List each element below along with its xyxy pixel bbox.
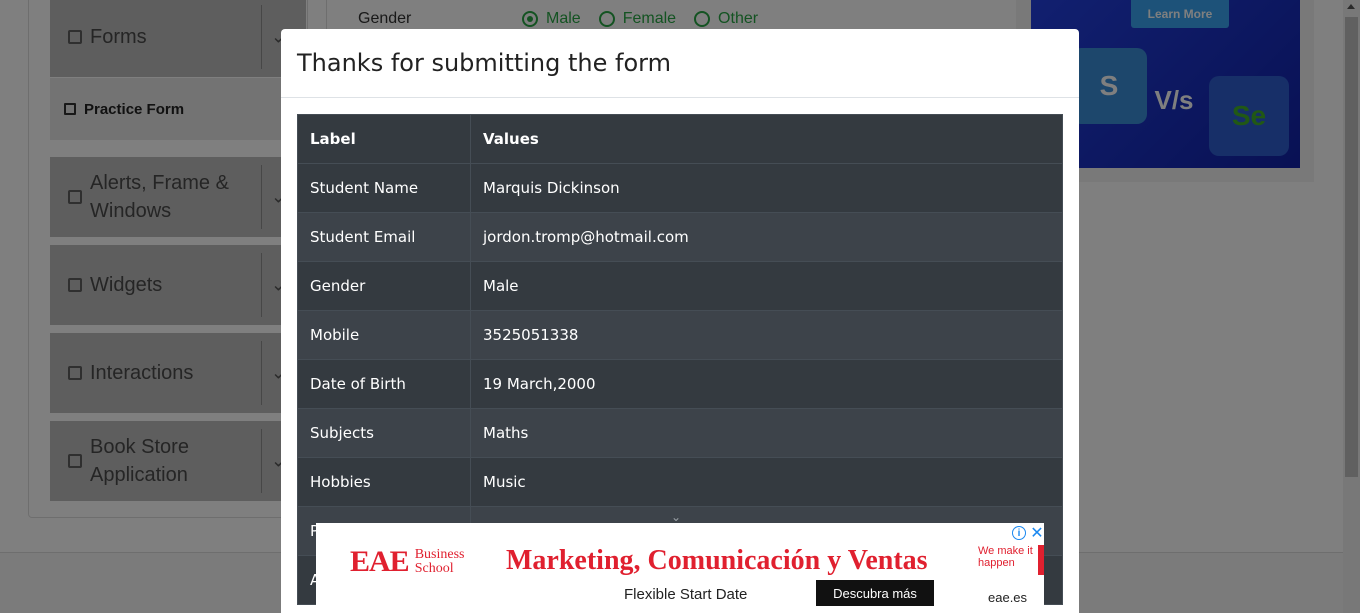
modal-header: Thanks for submitting the form — [281, 29, 1079, 98]
logo-line: Business — [414, 547, 465, 562]
row-label: Date of Birth — [297, 359, 471, 409]
row-value: 19 March,2000 — [470, 359, 1063, 409]
eae-logo: EAE Business School — [350, 545, 464, 579]
row-label: Gender — [297, 261, 471, 311]
row-value: Male — [470, 261, 1063, 311]
row-value: jordon.tromp@hotmail.com — [470, 212, 1063, 262]
ad-domain: eae.es — [988, 590, 1028, 605]
column-header-values: Values — [470, 114, 1063, 164]
row-label: Mobile — [297, 310, 471, 360]
column-header-label: Label — [297, 114, 471, 164]
logo-text: EAE — [350, 545, 410, 578]
table-header-row: Label Values — [297, 114, 1063, 164]
table-row: Gender Male — [297, 261, 1063, 311]
row-value: Maths — [470, 408, 1063, 458]
ad-controls: i ✕ — [1012, 523, 1044, 543]
table-row: Subjects Maths — [297, 408, 1063, 458]
chevron-down-icon: ⌄ — [671, 510, 682, 524]
ad-close-icon[interactable]: ✕ — [1030, 523, 1044, 543]
table-row: Date of Birth 19 March,2000 — [297, 359, 1063, 409]
table-row: Student Email jordon.tromp@hotmail.com — [297, 212, 1063, 262]
row-label: Subjects — [297, 408, 471, 458]
row-value: 3525051338 — [470, 310, 1063, 360]
row-value: Marquis Dickinson — [470, 163, 1063, 213]
ad-info-icon[interactable]: i — [1012, 526, 1026, 540]
table-row: Student Name Marquis Dickinson — [297, 163, 1063, 213]
logo-line: School — [414, 561, 454, 576]
row-value: Music — [470, 457, 1063, 507]
row-label: Student Name — [297, 163, 471, 213]
ad-headline: Marketing, Comunicación y Ventas — [506, 545, 928, 576]
table-row: Hobbies Music — [297, 457, 1063, 507]
logo-subtext: Business School — [415, 548, 465, 576]
ad-tagline: We make it happen — [976, 545, 1044, 575]
ad-cta-button[interactable]: Descubra más — [816, 580, 934, 606]
bottom-ad[interactable]: i ✕ EAE Business School Marketing, Comun… — [316, 523, 1044, 613]
modal-title: Thanks for submitting the form — [297, 49, 671, 77]
row-label: Student Email — [297, 212, 471, 262]
table-row: Mobile 3525051338 — [297, 310, 1063, 360]
ad-subtext: Flexible Start Date — [624, 586, 748, 603]
row-label: Hobbies — [297, 457, 471, 507]
